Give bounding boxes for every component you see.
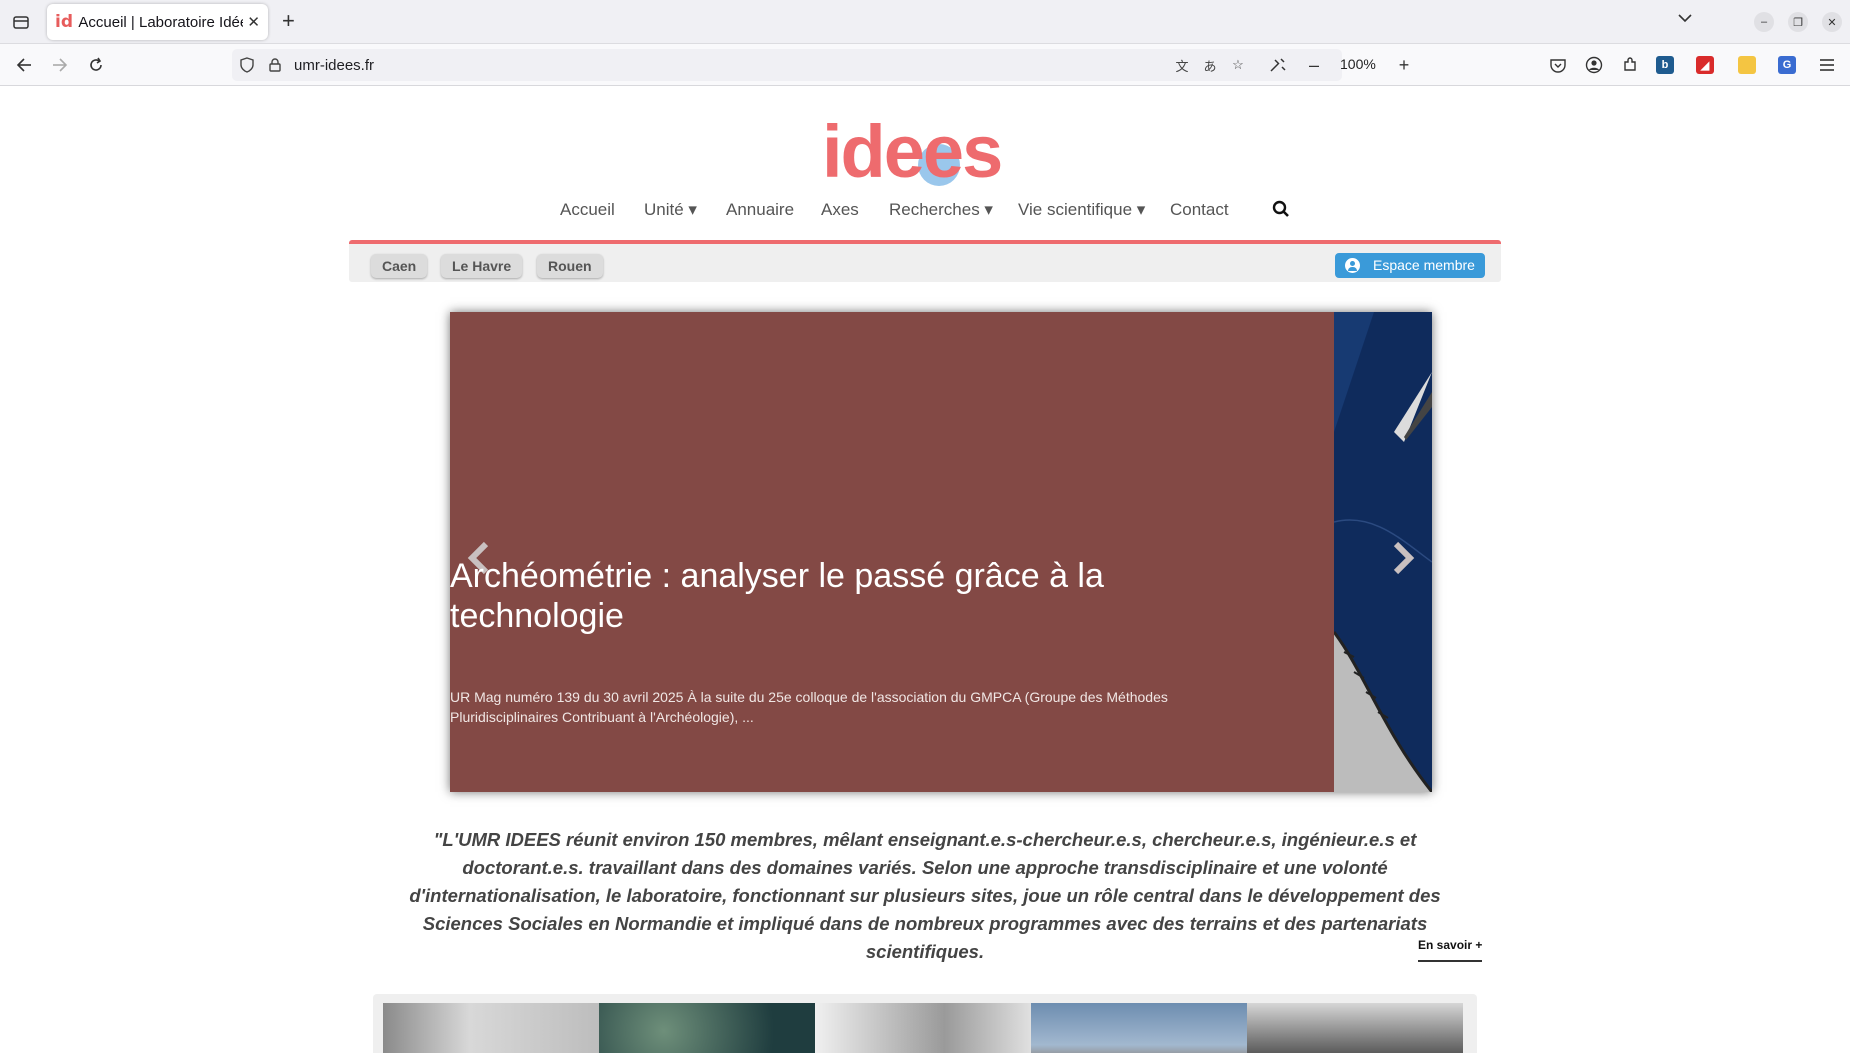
- back-icon[interactable]: [12, 53, 36, 77]
- menu-icon[interactable]: [1815, 53, 1839, 77]
- member-area-label: Espace membre: [1373, 257, 1475, 273]
- new-tab-icon[interactable]: +: [282, 10, 295, 32]
- nav-item-annuaire[interactable]: Annuaire: [726, 200, 794, 220]
- browser-tab-bar: id Accueil | Laboratoire Idées ✕ + – ❐ ✕: [0, 0, 1850, 44]
- pocket-icon[interactable]: [1546, 53, 1570, 77]
- news-slider[interactable]: Archéométrie : analyser le passé grâce à…: [450, 312, 1432, 792]
- city-button-le-havre[interactable]: Le Havre: [441, 254, 523, 278]
- slider-next-icon[interactable]: [1388, 538, 1418, 578]
- translate-icon[interactable]: 文: [1174, 57, 1190, 74]
- intro-quote: "L'UMR IDEES réunit environ 150 membres,…: [409, 829, 1441, 962]
- page-translate-icon[interactable]: あ: [1202, 57, 1218, 74]
- zoom-level[interactable]: 100%: [1340, 56, 1376, 72]
- slide-excerpt: UR Mag numéro 139 du 30 avril 2025 À la …: [450, 689, 1168, 725]
- site-sub-bar: Caen Le Havre Rouen Espace membre: [349, 240, 1501, 282]
- nav-item-unite[interactable]: Unité ▾: [644, 200, 697, 220]
- gallery-thumb[interactable]: [1031, 1003, 1247, 1053]
- lock-icon[interactable]: [267, 57, 283, 73]
- nav-item-contact[interactable]: Contact: [1170, 200, 1229, 220]
- city-button-rouen[interactable]: Rouen: [537, 254, 603, 278]
- tab-title: Accueil | Laboratoire Idées: [78, 13, 244, 31]
- logo-text: idees: [822, 110, 1003, 193]
- extension-b-icon[interactable]: b: [1656, 56, 1674, 74]
- shield-icon[interactable]: [239, 57, 255, 73]
- user-circle-icon: [1345, 258, 1360, 273]
- restore-icon[interactable]: ❐: [1788, 12, 1808, 32]
- search-icon[interactable]: [1272, 200, 1290, 218]
- gallery-thumb[interactable]: [599, 1003, 815, 1053]
- browser-nav-bar: umr-idees.fr 文 あ ☆ – 100% + b ◢ G: [0, 44, 1850, 86]
- reload-icon[interactable]: [84, 53, 108, 77]
- web-page: idees Accueil Unité ▾ Annuaire Axes Rech…: [0, 86, 1850, 1053]
- zoom-out-icon[interactable]: –: [1302, 53, 1326, 77]
- translate-extension-icon[interactable]: G: [1778, 56, 1796, 74]
- minimize-icon[interactable]: –: [1754, 12, 1774, 32]
- close-tab-icon[interactable]: ✕: [247, 13, 260, 31]
- tab-list-icon[interactable]: [10, 11, 32, 33]
- main-navigation: Accueil Unité ▾ Annuaire Axes Recherches…: [0, 200, 1850, 228]
- extension-red-icon[interactable]: ◢: [1696, 56, 1714, 74]
- gallery-thumb[interactable]: [383, 1003, 599, 1053]
- member-area-button[interactable]: Espace membre: [1335, 253, 1485, 278]
- zoom-in-icon[interactable]: +: [1392, 53, 1416, 77]
- thumbnail-gallery: [373, 994, 1477, 1053]
- slide-title[interactable]: Archéométrie : analyser le passé grâce à…: [450, 556, 1190, 636]
- forward-icon[interactable]: [48, 53, 72, 77]
- close-window-icon[interactable]: ✕: [1822, 12, 1842, 32]
- account-icon[interactable]: [1582, 53, 1606, 77]
- nav-item-accueil[interactable]: Accueil: [560, 200, 615, 220]
- tools-icon[interactable]: [1266, 53, 1290, 77]
- nav-item-recherches[interactable]: Recherches ▾: [889, 200, 993, 220]
- active-tab[interactable]: id Accueil | Laboratoire Idées ✕: [47, 4, 268, 40]
- folder-icon[interactable]: [1738, 56, 1756, 74]
- nav-item-axes[interactable]: Axes: [821, 200, 859, 220]
- extensions-icon[interactable]: [1618, 53, 1642, 77]
- gallery-thumb[interactable]: [815, 1003, 1031, 1053]
- url-bar[interactable]: umr-idees.fr 文 あ ☆: [232, 49, 1342, 81]
- nav-item-vie-scientifique[interactable]: Vie scientifique ▾: [1018, 200, 1145, 220]
- city-button-caen[interactable]: Caen: [371, 254, 428, 278]
- tab-overflow-icon[interactable]: [1678, 10, 1692, 26]
- site-favicon-icon: id: [55, 12, 73, 32]
- url-text[interactable]: umr-idees.fr: [294, 57, 374, 74]
- gallery-thumb[interactable]: [1247, 1003, 1463, 1053]
- site-logo[interactable]: idees: [822, 110, 1003, 193]
- bookmark-star-icon[interactable]: ☆: [1230, 57, 1246, 73]
- read-more-link[interactable]: En savoir +: [1418, 938, 1483, 962]
